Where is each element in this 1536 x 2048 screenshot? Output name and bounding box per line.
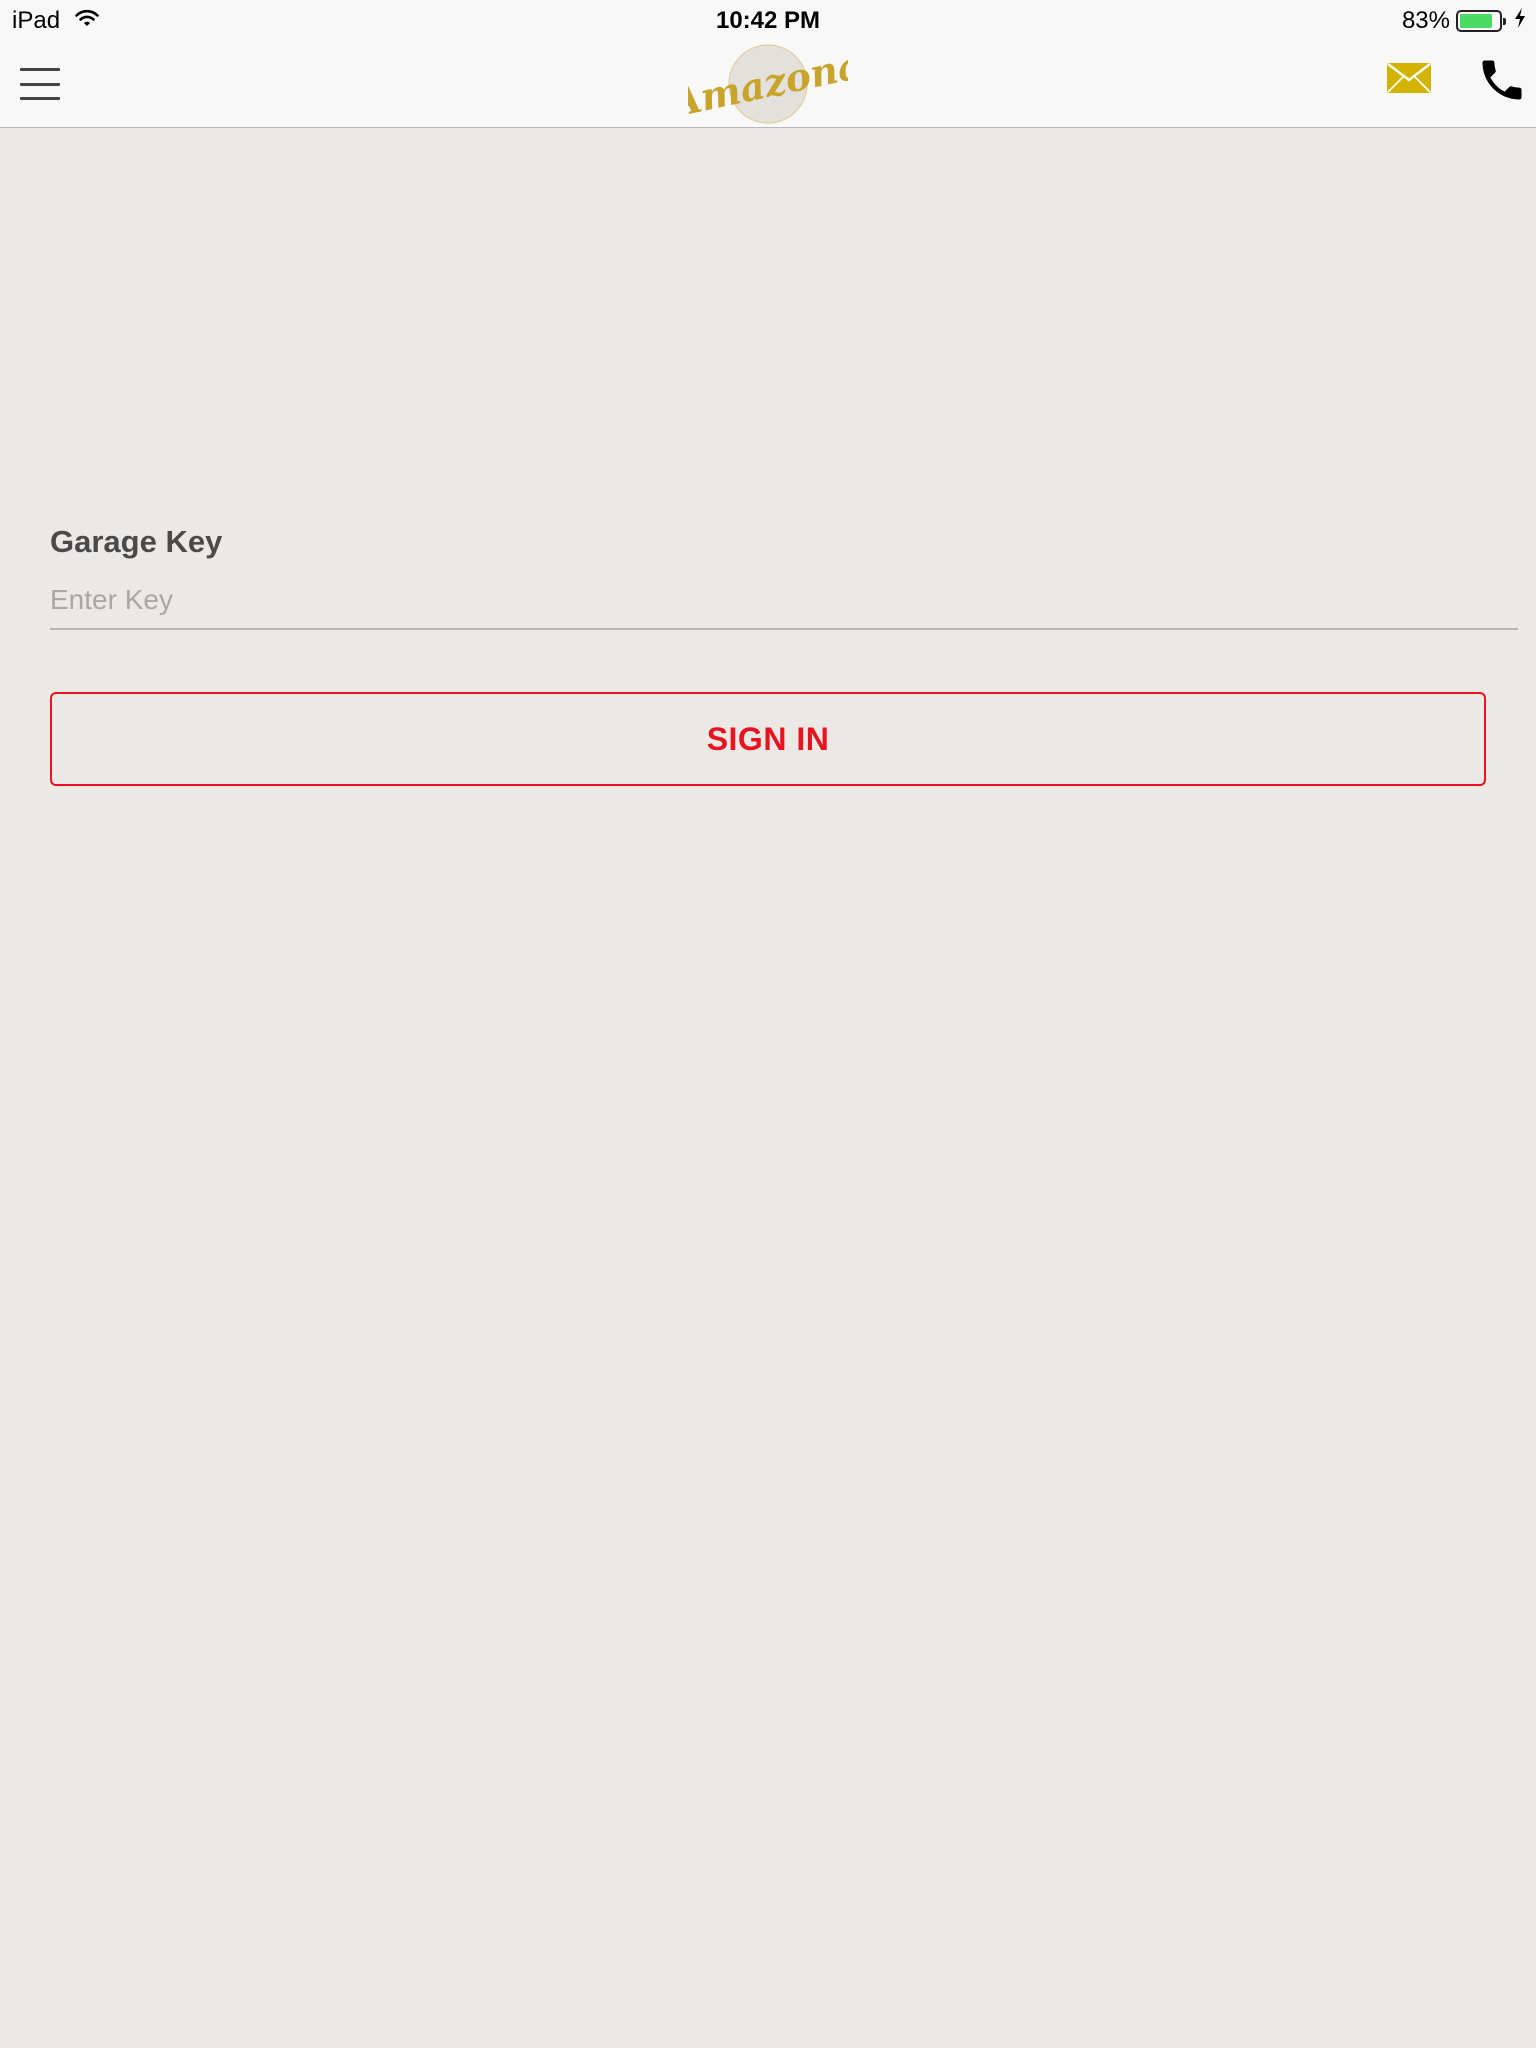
- amazona-logo: Amazona: [664, 40, 866, 128]
- battery-icon: [1456, 10, 1506, 32]
- navigation-bar: Amazona: [0, 40, 1536, 128]
- menu-line: [20, 97, 60, 100]
- charging-bolt-icon: [1514, 7, 1526, 35]
- envelope-icon[interactable]: [1386, 60, 1432, 96]
- status-bar: iPad 10:42 PM 83%: [0, 0, 1536, 40]
- menu-line: [20, 68, 60, 71]
- phone-icon[interactable]: [1476, 54, 1528, 106]
- status-right: 83%: [1402, 7, 1526, 35]
- battery-percent: 83%: [1401, 7, 1450, 34]
- sign-in-button[interactable]: SIGN IN: [50, 692, 1486, 786]
- garage-key-label: Garage Key: [50, 524, 223, 559]
- garage-key-input[interactable]: [50, 572, 1518, 630]
- battery-fill: [1460, 14, 1492, 28]
- status-time: 10:42 PM: [715, 7, 821, 34]
- hamburger-menu-icon[interactable]: [20, 68, 60, 100]
- menu-line: [20, 82, 60, 86]
